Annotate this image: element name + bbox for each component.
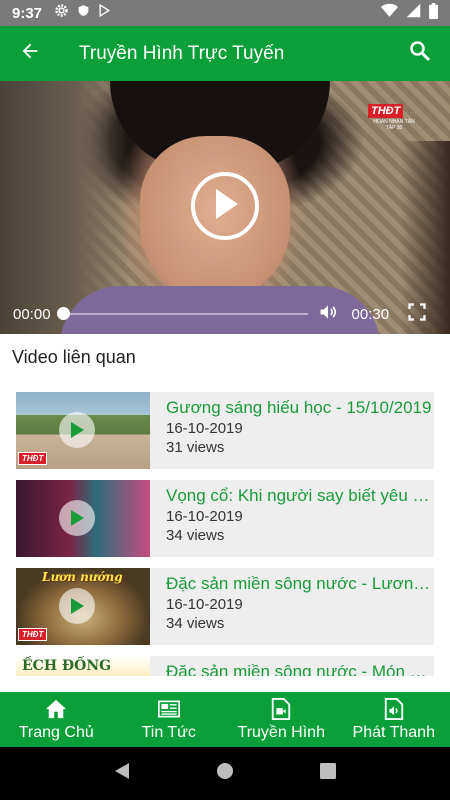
status-bar: 9:37: [0, 0, 450, 26]
thumbnail-play-icon: [59, 412, 95, 448]
nav-label: Phát Thanh: [352, 723, 435, 741]
video-title: Đặc sản miền sông nước - Món nhái: [166, 662, 434, 676]
thumbnail-caption: ẾCH ĐỒNG: [22, 658, 112, 674]
system-back-button[interactable]: [107, 759, 137, 789]
triangle-back-icon: [114, 762, 130, 785]
nav-item-home[interactable]: Trang Chủ: [0, 692, 113, 747]
video-title: Đặc sản miền sông nước - Lươn nướng: [166, 574, 434, 593]
current-time: 00:00: [13, 305, 51, 323]
thumbnail-caption: Lươn nướng: [42, 570, 123, 584]
nav-label: Truyền Hình: [237, 723, 325, 741]
channel-logo-caption: HOÀN NHÂN TẤN TẬP 30: [373, 119, 415, 131]
fullscreen-button[interactable]: [405, 302, 429, 326]
related-video-list[interactable]: THĐT Gương sáng hiếu học - 15/10/2019 16…: [0, 392, 450, 676]
video-thumbnail: THĐT: [16, 392, 150, 469]
video-views: 31 views: [166, 439, 225, 456]
related-video-item[interactable]: Lươn nướng THĐT Đặc sản miền sông nước -…: [16, 568, 434, 645]
square-recents-icon: [320, 763, 337, 784]
related-video-item[interactable]: THĐT Gương sáng hiếu học - 15/10/2019 16…: [16, 392, 434, 469]
related-section-title: Video liên quan: [12, 347, 136, 367]
progress-knob[interactable]: [56, 307, 70, 320]
thumbnail-channel-logo: THĐT: [18, 452, 48, 465]
search-icon: [408, 39, 432, 68]
wifi-icon: [381, 3, 398, 23]
system-home-button[interactable]: [210, 759, 240, 789]
nav-label: Trang Chủ: [18, 723, 94, 741]
thumbnail-play-icon: [59, 500, 95, 536]
app-bar: Truyền Hình Trực Tuyến: [0, 26, 450, 81]
related-video-item[interactable]: Vọng cổ: Khi người say biết yêu (Hồ Minh…: [16, 480, 434, 557]
newspaper-icon: [157, 698, 180, 720]
page-title: Truyền Hình Trực Tuyến: [79, 42, 285, 64]
video-player[interactable]: THĐT HOÀN NHÂN TẤN TẬP 30 00:00 00:30: [0, 81, 450, 334]
nav-item-news[interactable]: Tin Tức: [113, 692, 226, 747]
bottom-navigation: Trang Chủ Tin Tức Truyền Hình Phát Thanh: [0, 692, 450, 747]
nav-label: Tin Tức: [141, 723, 196, 741]
nav-item-radio[interactable]: Phát Thanh: [338, 692, 450, 747]
channel-logo: THĐT HOÀN NHÂN TẤN TẬP 30: [368, 101, 420, 133]
home-icon: [45, 698, 67, 720]
system-navigation-bar: [0, 747, 450, 800]
signal-icon: [406, 3, 421, 23]
video-thumbnail: ẾCH ĐỒNG: [16, 656, 150, 676]
video-thumbnail: Lươn nướng THĐT: [16, 568, 150, 645]
thumbnail-play-icon: [59, 588, 95, 624]
player-controls: 00:00 00:30: [0, 294, 450, 334]
play-store-icon: [98, 3, 111, 23]
video-thumbnail: [16, 480, 150, 557]
volume-button[interactable]: [318, 302, 342, 326]
video-date: 16-10-2019: [166, 508, 243, 525]
arrow-back-icon: [19, 40, 41, 67]
play-button[interactable]: [191, 172, 259, 240]
channel-logo-text: THĐT: [368, 104, 404, 118]
video-title: Gương sáng hiếu học - 15/10/2019: [166, 398, 432, 417]
circle-home-icon: [216, 762, 234, 785]
progress-bar[interactable]: [56, 307, 308, 320]
shield-icon: [77, 3, 90, 23]
fullscreen-icon: [408, 303, 426, 325]
video-title: Vọng cổ: Khi người say biết yêu (Hồ Minh…: [166, 486, 434, 505]
video-views: 34 views: [166, 615, 225, 632]
video-views: 34 views: [166, 527, 225, 544]
video-file-icon: [270, 697, 292, 720]
back-button[interactable]: [0, 26, 60, 81]
audio-file-icon: [383, 697, 405, 720]
total-time: 00:30: [351, 305, 390, 323]
gear-icon: [54, 3, 69, 23]
thumbnail-channel-logo: THĐT: [18, 628, 48, 641]
status-time: 9:37: [12, 4, 43, 22]
play-icon: [210, 187, 240, 226]
video-date: 16-10-2019: [166, 596, 243, 613]
related-video-item[interactable]: ẾCH ĐỒNG Đặc sản miền sông nước - Món nh…: [16, 656, 434, 676]
volume-icon: [318, 302, 338, 326]
video-date: 16-10-2019: [166, 420, 243, 437]
system-recents-button[interactable]: [313, 759, 343, 789]
search-button[interactable]: [390, 26, 450, 81]
nav-item-tv[interactable]: Truyền Hình: [225, 692, 338, 747]
battery-icon: [429, 2, 438, 24]
